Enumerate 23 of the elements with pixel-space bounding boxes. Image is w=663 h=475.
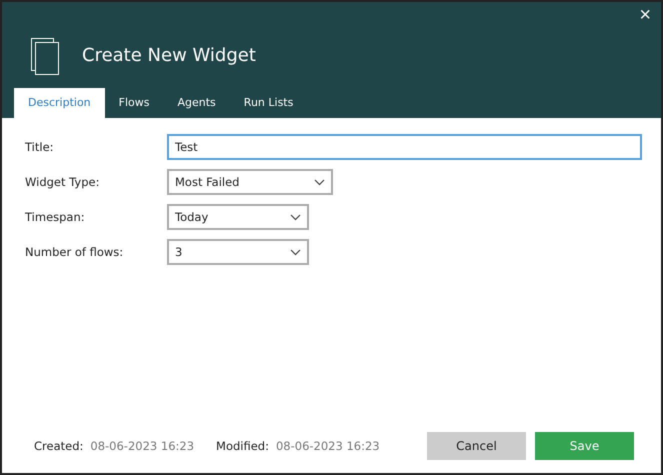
title-input[interactable]: Test: [167, 134, 642, 160]
created-label: Created:: [34, 439, 84, 453]
created-date: 08-06-2023 16:23: [90, 439, 194, 453]
tab[interactable]: Flows: [104, 88, 164, 118]
field-label: Widget Type:: [25, 175, 100, 189]
tab[interactable]: Run Lists: [230, 88, 308, 118]
tab[interactable]: Agents: [164, 88, 230, 118]
dropdown[interactable]: Today: [167, 204, 309, 230]
modified-label: Modified:: [216, 439, 269, 453]
dropdown[interactable]: 3: [167, 239, 309, 265]
close-button[interactable]: ×: [635, 4, 655, 27]
chevron-down-icon: [290, 248, 301, 256]
dropdown[interactable]: Most Failed: [167, 169, 333, 195]
field-label: Title:: [25, 140, 55, 154]
chevron-down-icon: [314, 178, 325, 186]
document-stack-icon: [30, 36, 60, 74]
cancel-button[interactable]: Cancel: [427, 432, 526, 460]
window-title: Create New Widget: [82, 45, 256, 66]
tab[interactable]: Description: [14, 88, 105, 118]
field-label: Number of flows:: [25, 245, 124, 259]
chevron-down-icon: [290, 214, 301, 220]
modified-date: 08-06-2023 16:23: [276, 439, 380, 453]
field-label: Timespan:: [25, 210, 86, 224]
